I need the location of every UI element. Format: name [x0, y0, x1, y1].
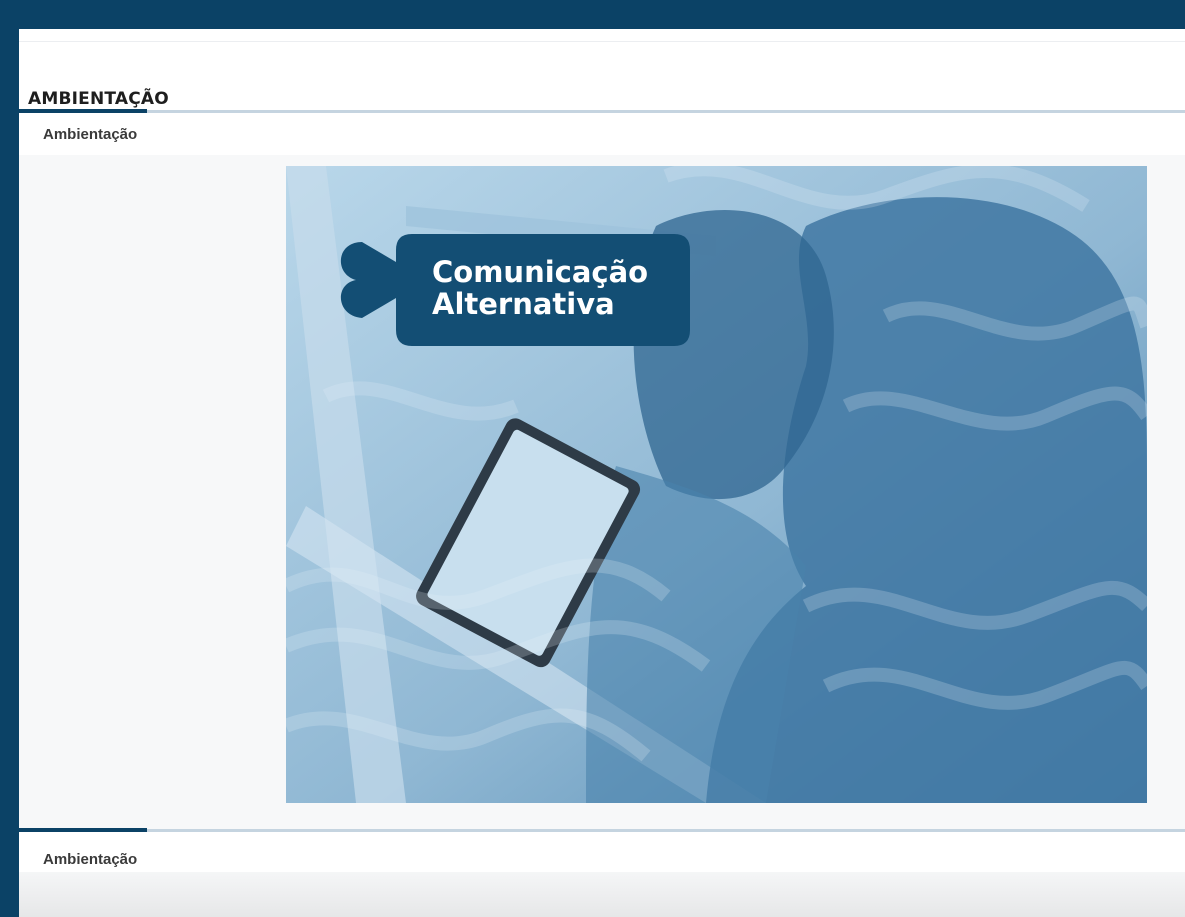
window-frame-left	[0, 0, 19, 917]
banner-illustration	[286, 166, 1147, 803]
section-title: Ambientação	[43, 126, 138, 143]
course-banner-image: Comunicação Alternativa	[286, 166, 1147, 803]
section-header-2[interactable]: Ambientação	[19, 832, 1185, 874]
section-header[interactable]: Ambientação	[19, 113, 1185, 155]
page-header: AMBIENTAÇÃO	[19, 29, 1185, 110]
footer-fade	[19, 872, 1185, 917]
section-title-2: Ambientação	[43, 851, 138, 868]
page-title: AMBIENTAÇÃO	[28, 89, 169, 109]
banner-title-line-2: Alternativa	[432, 287, 615, 321]
window-frame-top	[0, 0, 1185, 29]
banner-title: Comunicação Alternativa	[432, 256, 648, 320]
banner-title-line-1: Comunicação	[432, 255, 649, 289]
header-divider	[19, 41, 1185, 42]
